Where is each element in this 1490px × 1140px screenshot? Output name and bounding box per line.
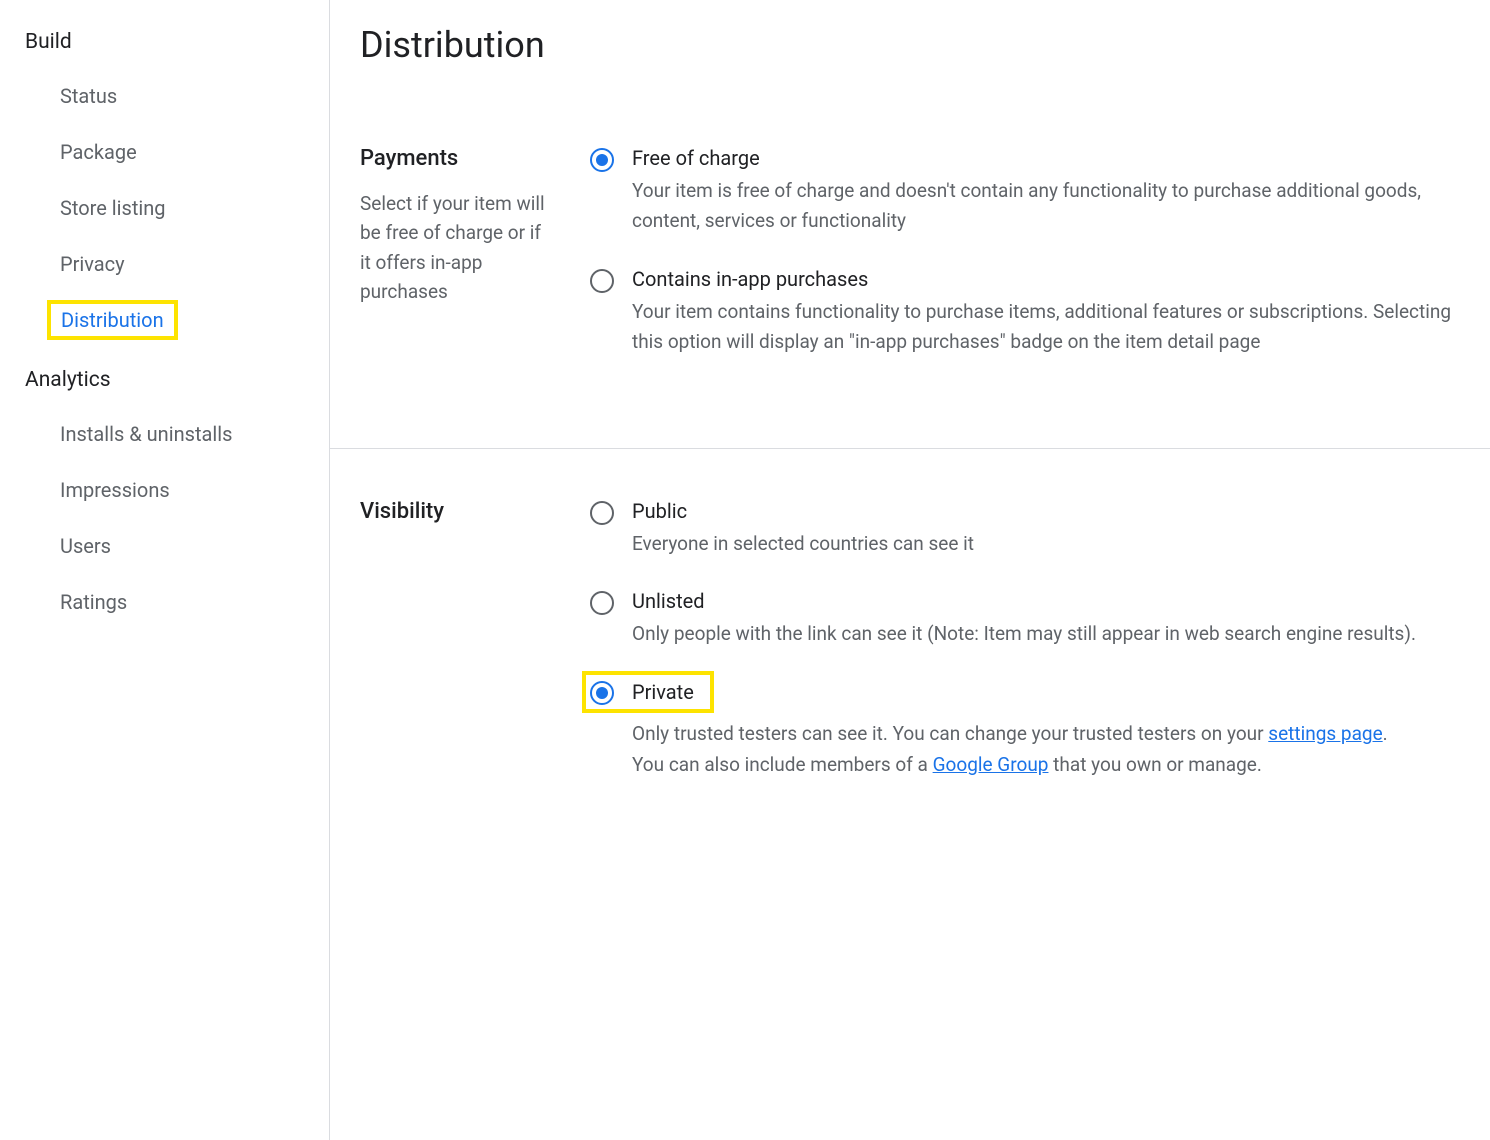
section-visibility: Visibility Public Everyone in selected c… xyxy=(360,499,1460,871)
sidebar-item-users[interactable]: Users xyxy=(25,518,111,574)
radio-option-private: Private Only trusted testers can see it.… xyxy=(590,679,1460,780)
sidebar-item-installs[interactable]: Installs & uninstalls xyxy=(25,406,232,462)
visibility-options: Public Everyone in selected countries ca… xyxy=(590,499,1460,811)
section-title-payments: Payments xyxy=(360,146,550,171)
link-settings-page[interactable]: settings page xyxy=(1268,722,1382,745)
radio-label-private: Private xyxy=(632,680,694,704)
section-payments: Payments Select if your item will be fre… xyxy=(360,146,1460,448)
radio-label-unlisted: Unlisted xyxy=(632,589,1460,613)
section-title-visibility: Visibility xyxy=(360,499,550,524)
radio-desc-free: Your item is free of charge and doesn't … xyxy=(632,176,1460,237)
section-visibility-header: Visibility xyxy=(360,499,550,811)
sidebar-section-build: Build Status Package Store listing Priva… xyxy=(25,20,329,348)
radio-desc-public: Everyone in selected countries can see i… xyxy=(632,529,1460,559)
radio-option-unlisted: Unlisted Only people with the link can s… xyxy=(590,589,1460,649)
sidebar-section-title-build: Build xyxy=(25,20,329,68)
sidebar-item-impressions[interactable]: Impressions xyxy=(25,462,170,518)
payments-options: Free of charge Your item is free of char… xyxy=(590,146,1460,388)
radio-public[interactable] xyxy=(590,501,614,525)
radio-label-inapp: Contains in-app purchases xyxy=(632,267,1460,291)
radio-desc-private: Only trusted testers can see it. You can… xyxy=(632,719,1460,780)
link-google-group[interactable]: Google Group xyxy=(933,753,1049,776)
sidebar-item-package[interactable]: Package xyxy=(25,124,137,180)
radio-private[interactable] xyxy=(590,681,614,705)
page-title: Distribution xyxy=(360,24,1460,66)
radio-label-public: Public xyxy=(632,499,1460,523)
sidebar-item-privacy[interactable]: Privacy xyxy=(25,236,125,292)
sidebar-section-analytics: Analytics Installs & uninstalls Impressi… xyxy=(25,358,329,630)
radio-desc-unlisted: Only people with the link can see it (No… xyxy=(632,619,1460,649)
highlight-distribution: Distribution xyxy=(47,300,178,340)
main-content: Distribution Payments Select if your ite… xyxy=(330,0,1490,1140)
highlight-private: Private xyxy=(582,671,714,713)
radio-unlisted[interactable] xyxy=(590,591,614,615)
radio-option-free: Free of charge Your item is free of char… xyxy=(590,146,1460,237)
radio-option-inapp: Contains in-app purchases Your item cont… xyxy=(590,267,1460,358)
sidebar-item-status[interactable]: Status xyxy=(25,68,117,124)
sidebar-section-title-analytics: Analytics xyxy=(25,358,329,406)
section-payments-header: Payments Select if your item will be fre… xyxy=(360,146,550,388)
sidebar: Build Status Package Store listing Priva… xyxy=(0,0,330,1140)
radio-desc-inapp: Your item contains functionality to purc… xyxy=(632,297,1460,358)
radio-label-free: Free of charge xyxy=(632,146,1460,170)
sidebar-item-distribution[interactable]: Distribution xyxy=(61,308,164,332)
divider xyxy=(330,448,1490,449)
radio-free[interactable] xyxy=(590,148,614,172)
sidebar-item-store-listing[interactable]: Store listing xyxy=(25,180,166,236)
sidebar-item-ratings[interactable]: Ratings xyxy=(25,574,127,630)
radio-inapp[interactable] xyxy=(590,269,614,293)
section-subtitle-payments: Select if your item will be free of char… xyxy=(360,189,550,307)
radio-option-public: Public Everyone in selected countries ca… xyxy=(590,499,1460,559)
